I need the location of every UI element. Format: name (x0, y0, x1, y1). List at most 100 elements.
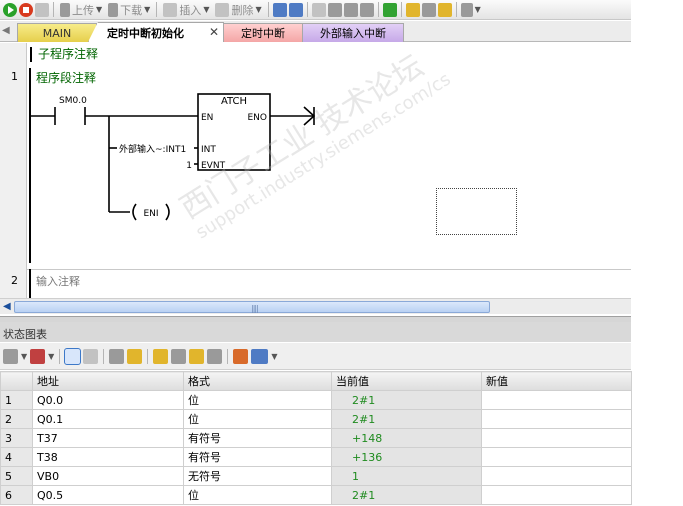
pin-int-label: INT (201, 145, 216, 155)
selection-box[interactable] (436, 188, 517, 235)
tab-timed-interrupt[interactable]: 定时中断 (222, 23, 304, 42)
chart-status-toggle-icon[interactable] (64, 347, 82, 365)
glasses-icon[interactable] (109, 348, 125, 364)
tab-external-interrupt-label: 外部输入中断 (320, 27, 386, 40)
bookmark-clear-icon[interactable] (359, 2, 374, 17)
int-operand[interactable]: 外部输入~:INT1 (119, 143, 186, 155)
row-number: 5 (0, 466, 33, 486)
evnt-operand[interactable]: 1 (186, 161, 192, 171)
pencil-icon[interactable] (127, 348, 143, 364)
grip-icon: |||| (251, 304, 259, 313)
header-row: 地址 格式 当前值 新值 (0, 371, 632, 391)
ladder-network-1[interactable]: SM0.0 ATCH EN ENO INT EVNT 外部输入~:INT1 1 … (0, 43, 631, 269)
new-value-cell[interactable] (481, 409, 632, 429)
upload-button[interactable]: 上传 ▼ (58, 2, 104, 18)
pause-icon[interactable] (83, 348, 99, 364)
window-icon[interactable] (311, 2, 326, 17)
current-value-cell: 1 (331, 466, 482, 486)
current-value-cell: 2#1 (331, 390, 482, 410)
insert-button[interactable]: 插入 ▼ (161, 2, 211, 18)
column-header[interactable]: 当前值 (331, 371, 482, 391)
insert-label: 插入 (179, 3, 202, 17)
column-header[interactable]: 新值 (481, 371, 632, 391)
delete-icon (215, 2, 230, 17)
force-lock-icon[interactable] (153, 348, 169, 364)
format-cell[interactable]: 位 (183, 409, 332, 429)
unforce-all-icon[interactable] (189, 348, 205, 364)
tab-timed-interrupt-init[interactable]: 定时中断初始化 ✕ (88, 22, 224, 42)
program-status-icon[interactable] (272, 2, 287, 17)
scroll-left-icon[interactable]: ◀ (3, 301, 11, 312)
eni-coil-label: ENI (143, 209, 158, 219)
format-cell[interactable]: 位 (183, 485, 332, 505)
pin-en-label: EN (201, 113, 213, 123)
toolbar-separator (267, 2, 269, 17)
new-value-cell[interactable] (481, 485, 632, 505)
current-value-cell: 2#1 (331, 409, 482, 429)
row-number: 2 (0, 409, 33, 429)
contact-address: SM0.0 (59, 96, 87, 106)
row-number: 4 (0, 447, 33, 467)
tab-main[interactable]: MAIN (17, 23, 97, 42)
trend-chart-icon[interactable] (233, 348, 249, 364)
table-row[interactable]: 6 Q0.5 位 2#1 (0, 485, 632, 505)
format-cell[interactable]: 有符号 (183, 447, 332, 467)
lock-add-icon[interactable] (437, 2, 452, 17)
branch-icon[interactable] (460, 2, 473, 17)
bookmark-back-icon[interactable] (327, 2, 342, 17)
run-icon[interactable] (3, 2, 17, 17)
unlock-icon[interactable] (421, 2, 436, 17)
format-cell[interactable]: 无符号 (183, 466, 332, 486)
table-row[interactable]: 5 VB0 无符号 1 (0, 466, 632, 486)
table-row[interactable]: 2 Q0.1 位 2#1 (0, 409, 632, 429)
address-cell[interactable]: T38 (32, 447, 184, 467)
format-cell[interactable]: 有符号 (183, 428, 332, 448)
tab-external-interrupt[interactable]: 外部输入中断 (302, 23, 404, 42)
address-cell[interactable]: VB0 (32, 466, 184, 486)
stop-icon[interactable] (19, 2, 33, 17)
scroll-thumb[interactable]: |||| (14, 301, 490, 313)
new-value-cell[interactable] (481, 447, 632, 467)
address-cell[interactable]: Q0.1 (32, 409, 184, 429)
compile-icon[interactable] (35, 2, 49, 17)
network-2-comment[interactable]: 输入注释 (36, 273, 80, 289)
column-header[interactable] (0, 371, 33, 391)
toolbar-separator (103, 348, 105, 364)
address-cell[interactable]: T37 (32, 428, 184, 448)
table-row[interactable]: 4 T38 有符号 +136 (0, 447, 632, 467)
network-divider (27, 269, 631, 270)
horizontal-scrollbar[interactable]: ◀ |||| (0, 298, 631, 314)
close-icon[interactable]: ✕ (209, 25, 219, 39)
chevron-down-icon[interactable]: ▼ (48, 352, 54, 361)
bookmark-forward-icon[interactable] (343, 2, 358, 17)
delete-button[interactable]: 删除 ▼ (213, 2, 263, 18)
chevron-down-icon[interactable]: ▼ (271, 352, 277, 361)
address-cell[interactable]: Q0.5 (32, 485, 184, 505)
chart-status-icon[interactable] (288, 2, 303, 17)
tag-icon[interactable] (251, 348, 269, 364)
column-header[interactable]: 地址 (32, 371, 184, 391)
add-chart-icon[interactable] (3, 348, 18, 364)
format-cell[interactable]: 位 (183, 390, 332, 410)
status-chart-title: 状态图表 (0, 322, 631, 342)
tab-scroll-left-icon[interactable]: ◀ (2, 25, 10, 36)
lock-icon[interactable] (405, 2, 420, 17)
new-value-cell[interactable] (481, 428, 632, 448)
chevron-down-icon[interactable]: ▼ (475, 5, 481, 14)
table-row[interactable]: 1 Q0.0 位 2#1 (0, 390, 632, 410)
status-chart-toolbar: ▼ ▼ ▼ (0, 343, 631, 370)
column-header[interactable]: 格式 (183, 371, 332, 391)
pin-eno-label: ENO (247, 113, 267, 123)
address-cell[interactable]: Q0.0 (32, 390, 184, 410)
read-forced-icon[interactable] (207, 348, 223, 364)
new-value-cell[interactable] (481, 466, 632, 486)
goto-icon[interactable] (382, 2, 397, 17)
new-value-cell[interactable] (481, 390, 632, 410)
chevron-down-icon[interactable]: ▼ (21, 352, 27, 361)
download-button[interactable]: 下载 ▼ (106, 2, 152, 18)
status-chart-body: 1 Q0.0 位 2#1 2 Q0.1 位 2#1 3 T37 有符号 +148 4 T38 有符号 +136… (0, 390, 632, 505)
table-row[interactable]: 3 T37 有符号 +148 (0, 428, 632, 448)
delete-chart-icon[interactable] (30, 348, 46, 364)
status-chart-header: 地址 格式 当前值 新值 (0, 371, 632, 391)
unforce-icon[interactable] (171, 348, 187, 364)
